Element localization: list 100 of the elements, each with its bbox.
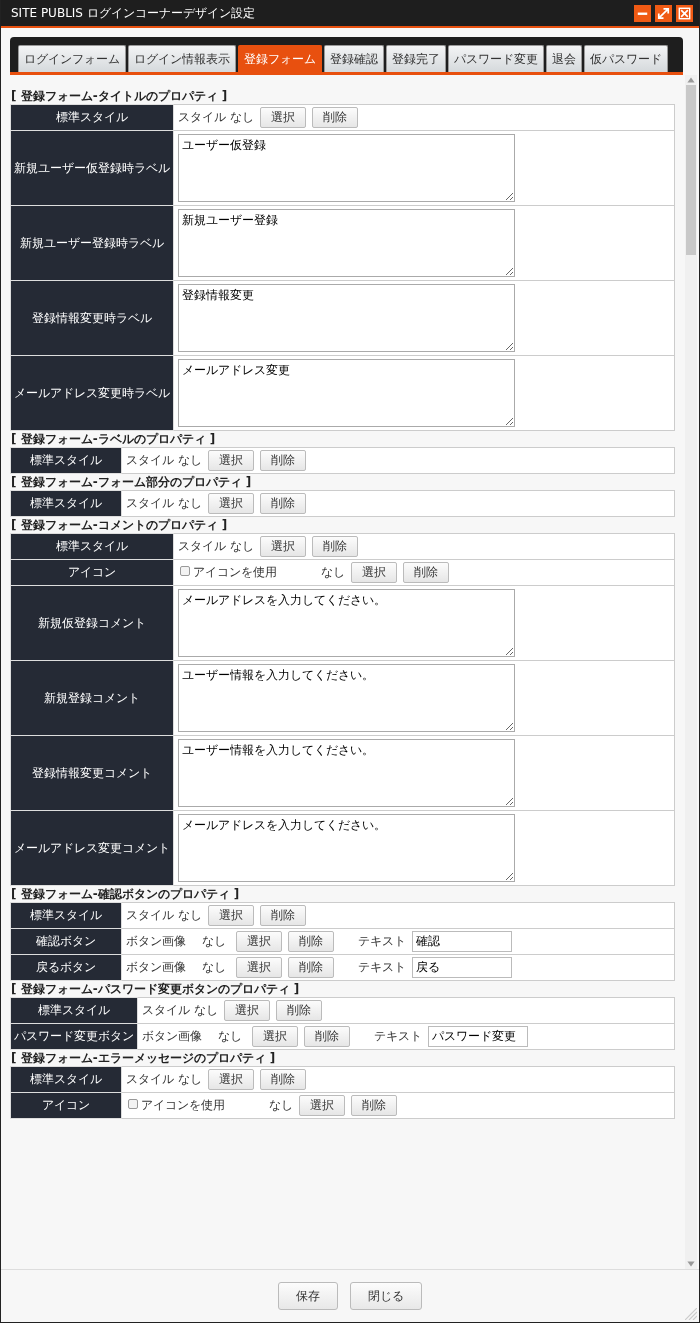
checkbox-label: アイコンを使用 — [193, 564, 277, 581]
tab[interactable]: 退会 — [546, 45, 582, 72]
small-button[interactable]: 削除 — [259, 450, 306, 471]
small-button[interactable]: 選択 — [259, 536, 306, 557]
icon-status: なし — [321, 564, 345, 581]
icon-status: なし — [269, 1097, 293, 1114]
tab[interactable]: 登録フォーム — [238, 45, 322, 72]
image-status: なし — [202, 959, 226, 976]
section-heading: [ 登録フォーム-フォーム部分のプロパティ ] — [10, 474, 253, 490]
image-label: ボタン画像 — [126, 933, 186, 950]
small-button[interactable]: 選択 — [299, 1095, 345, 1116]
section-heading: [ 登録フォーム-ラベルのプロパティ ] — [10, 431, 217, 447]
scrollbar[interactable] — [685, 75, 697, 1269]
small-button[interactable]: 削除 — [351, 1095, 397, 1116]
image-status: なし — [218, 1028, 242, 1045]
small-button[interactable]: 削除 — [311, 107, 358, 128]
section-heading: [ 登録フォーム-確認ボタンのプロパティ ] — [10, 886, 241, 902]
small-button[interactable]: 削除 — [288, 931, 334, 952]
section-heading: [ 登録フォーム-タイトルのプロパティ ] — [10, 88, 229, 104]
resize-grip-icon[interactable] — [685, 1308, 697, 1320]
checkbox[interactable] — [180, 565, 190, 576]
tab[interactable]: 登録完了 — [386, 45, 446, 72]
text-field[interactable]: 戻る — [412, 957, 512, 978]
maximize-icon[interactable] — [655, 4, 672, 22]
scroll-thumb[interactable] — [686, 85, 696, 255]
text-label: テキスト — [358, 959, 406, 976]
small-button[interactable]: 選択 — [207, 493, 254, 514]
minimize-icon[interactable] — [634, 4, 651, 22]
small-button[interactable]: 選択 — [351, 562, 397, 583]
small-button[interactable]: 削除 — [259, 1069, 306, 1090]
tab[interactable]: 仮パスワード — [584, 45, 668, 72]
text-area[interactable]: ユーザー情報を入力してください。 — [178, 739, 515, 807]
small-button[interactable]: 選択 — [252, 1026, 298, 1047]
small-button[interactable]: 削除 — [304, 1026, 350, 1047]
small-button[interactable]: 削除 — [288, 957, 334, 978]
property-label: 標準スタイル — [10, 1066, 122, 1093]
small-button[interactable]: 選択 — [207, 450, 254, 471]
text-area[interactable]: メールアドレスを入力してください。 — [178, 589, 515, 657]
property-label: パスワード変更ボタン — [10, 1023, 138, 1050]
footer-button[interactable]: 保存 — [278, 1282, 338, 1310]
section-heading: [ 登録フォーム-エラーメッセージのプロパティ ] — [10, 1050, 277, 1066]
text-field[interactable]: 確認 — [412, 931, 512, 952]
style-status: スタイル なし — [142, 1002, 218, 1019]
scroll-down-icon[interactable] — [685, 1259, 697, 1269]
text-label: テキスト — [358, 933, 406, 950]
property-label: 新規ユーザー仮登録時ラベル — [10, 130, 174, 206]
close-icon[interactable] — [676, 4, 693, 22]
property-label: アイコン — [10, 559, 174, 586]
text-field[interactable]: パスワード変更 — [428, 1026, 528, 1047]
small-button[interactable]: 削除 — [259, 493, 306, 514]
tab[interactable]: ログイン情報表示 — [128, 45, 236, 72]
property-label: メールアドレス変更時ラベル — [10, 355, 174, 431]
property-label: 戻るボタン — [10, 954, 122, 981]
image-label: ボタン画像 — [142, 1028, 202, 1045]
tab[interactable]: パスワード変更 — [448, 45, 544, 72]
property-label: 標準スタイル — [10, 104, 174, 131]
style-status: スタイル なし — [178, 109, 254, 126]
small-button[interactable]: 選択 — [236, 957, 282, 978]
tab[interactable]: 登録確認 — [324, 45, 384, 72]
property-label: 登録情報変更時ラベル — [10, 280, 174, 356]
style-status: スタイル なし — [126, 907, 202, 924]
property-label: 新規ユーザー登録時ラベル — [10, 205, 174, 281]
small-button[interactable]: 選択 — [236, 931, 282, 952]
tab[interactable]: ログインフォーム — [18, 45, 126, 72]
window-title: SITE PUBLIS ログインコーナーデザイン設定 — [11, 4, 256, 22]
small-button[interactable]: 選択 — [259, 107, 306, 128]
property-label: 標準スタイル — [10, 997, 138, 1024]
section-heading: [ 登録フォーム-コメントのプロパティ ] — [10, 517, 229, 533]
property-label: 確認ボタン — [10, 928, 122, 955]
style-status: スタイル なし — [126, 1071, 202, 1088]
image-label: ボタン画像 — [126, 959, 186, 976]
small-button[interactable]: 削除 — [403, 562, 449, 583]
text-area[interactable]: 登録情報変更 — [178, 284, 515, 352]
property-label: アイコン — [10, 1092, 122, 1119]
property-label: 標準スタイル — [10, 533, 174, 560]
small-button[interactable]: 選択 — [223, 1000, 270, 1021]
property-label: 標準スタイル — [10, 902, 122, 929]
text-area[interactable]: ユーザー情報を入力してください。 — [178, 664, 515, 732]
property-label: 登録情報変更コメント — [10, 735, 174, 811]
text-label: テキスト — [374, 1028, 422, 1045]
style-status: スタイル なし — [126, 495, 202, 512]
property-label: 新規登録コメント — [10, 660, 174, 736]
small-button[interactable]: 削除 — [311, 536, 358, 557]
image-status: なし — [202, 933, 226, 950]
property-label: 新規仮登録コメント — [10, 585, 174, 661]
section-heading: [ 登録フォーム-パスワード変更ボタンのプロパティ ] — [10, 981, 301, 997]
checkbox[interactable] — [128, 1098, 138, 1109]
property-label: 標準スタイル — [10, 490, 122, 517]
style-status: スタイル なし — [126, 452, 202, 469]
style-status: スタイル なし — [178, 538, 254, 555]
checkbox-label: アイコンを使用 — [141, 1097, 225, 1114]
small-button[interactable]: 選択 — [207, 1069, 254, 1090]
text-area[interactable]: 新規ユーザー登録 — [178, 209, 515, 277]
footer-button[interactable]: 閉じる — [350, 1282, 422, 1310]
text-area[interactable]: メールアドレス変更 — [178, 359, 515, 427]
text-area[interactable]: メールアドレスを入力してください。 — [178, 814, 515, 882]
small-button[interactable]: 選択 — [207, 905, 254, 926]
small-button[interactable]: 削除 — [275, 1000, 322, 1021]
small-button[interactable]: 削除 — [259, 905, 306, 926]
text-area[interactable]: ユーザー仮登録 — [178, 134, 515, 202]
